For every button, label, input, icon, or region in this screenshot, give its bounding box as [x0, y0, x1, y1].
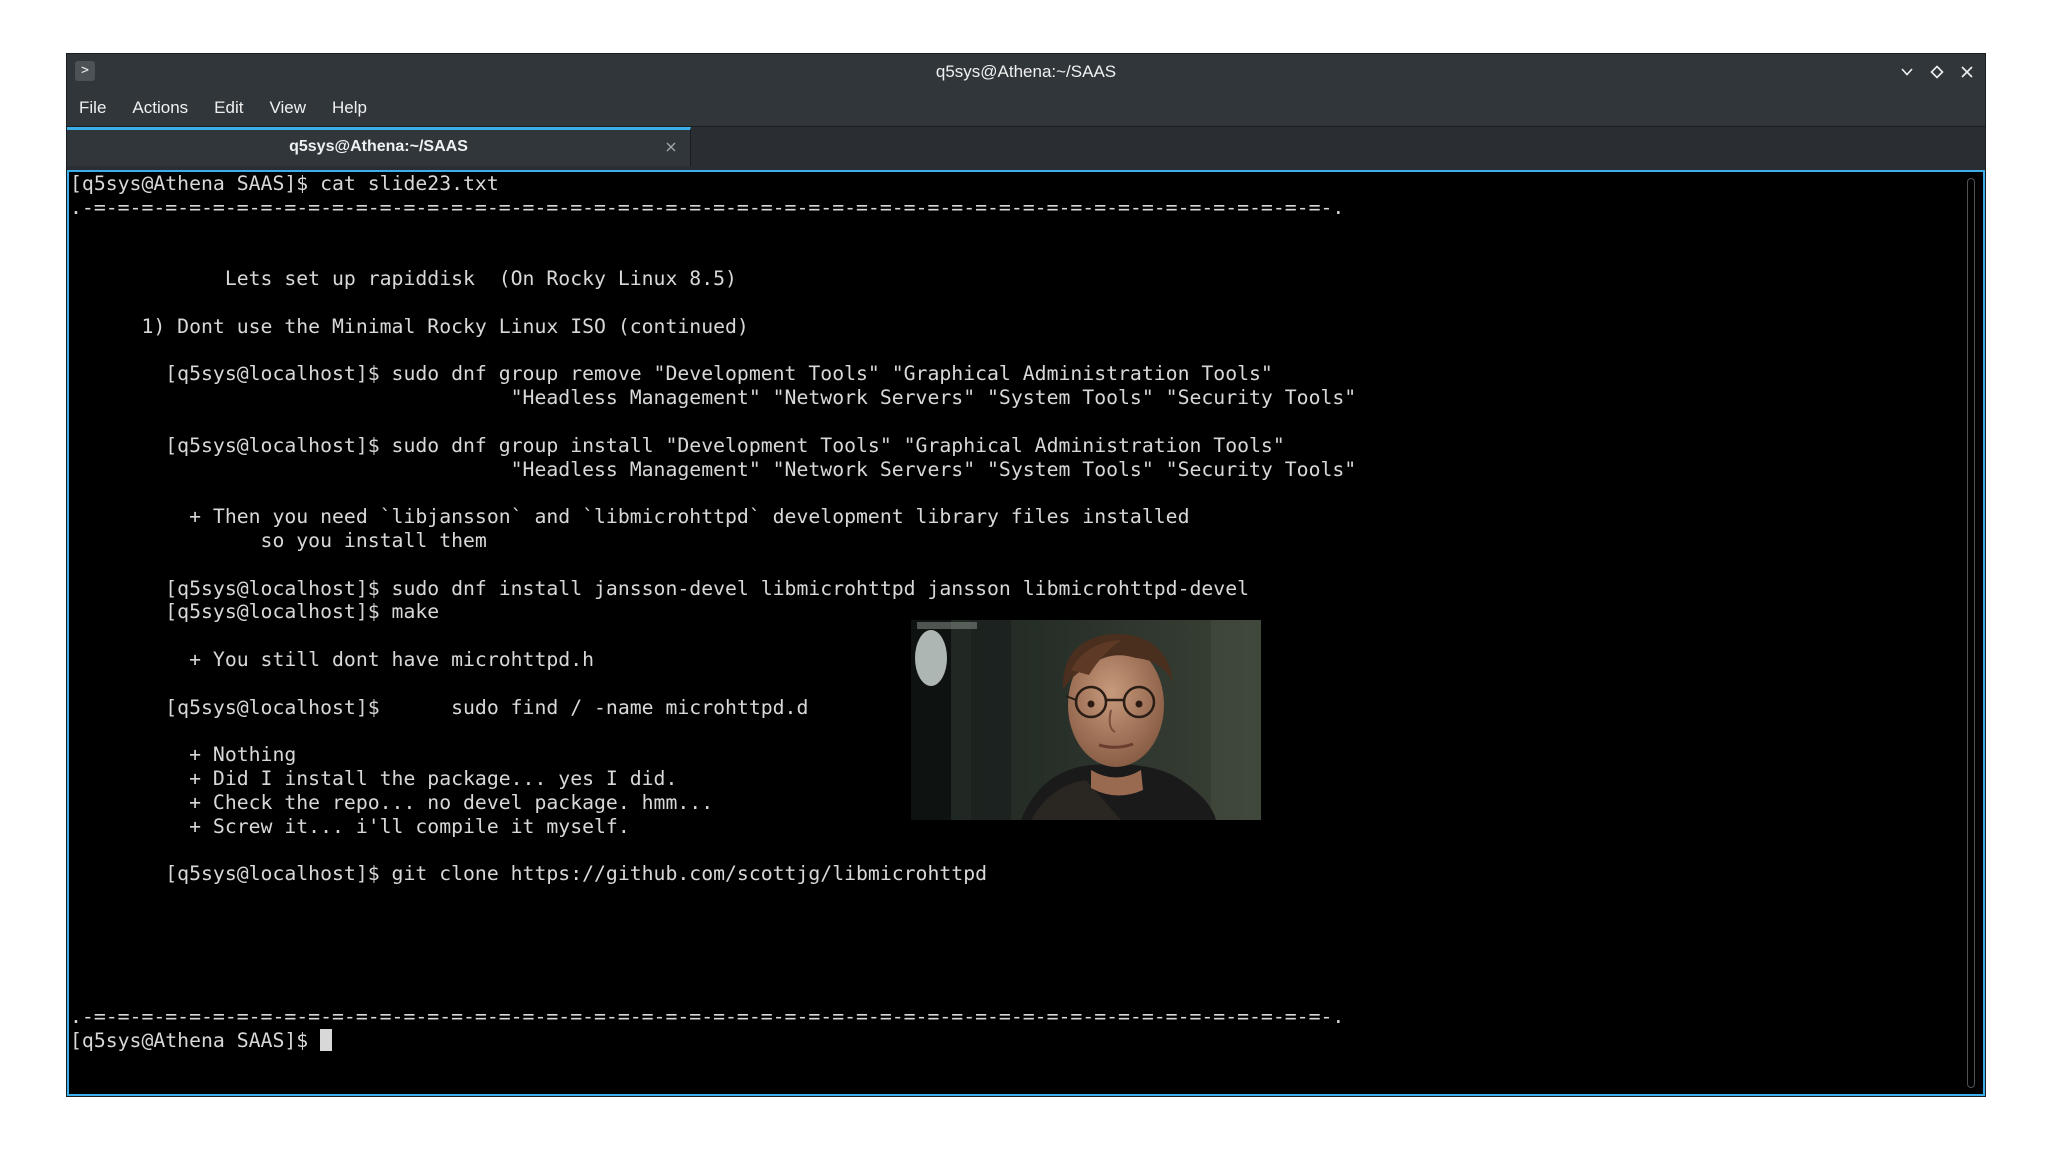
- title-bar[interactable]: > q5sys@Athena:~/SAAS: [67, 54, 1985, 90]
- terminal-line: [q5sys@localhost]$ sudo find / -name mic…: [165, 695, 809, 719]
- terminal-line: [q5sys@Athena SAAS]$ cat slide23.txt: [70, 172, 499, 195]
- close-button[interactable]: [1959, 64, 1975, 80]
- terminal-line: + Nothing: [189, 743, 297, 767]
- terminal-line: + Check the repo... no devel package. hm…: [189, 790, 714, 814]
- terminal-line: so you install them: [260, 528, 487, 552]
- terminal-line: [q5sys@localhost]$ sudo dnf install jans…: [165, 576, 1250, 600]
- terminal-line: [q5sys@localhost]$ git clone https://git…: [165, 862, 988, 886]
- terminal-line: 1) Dont use the Minimal Rocky Linux ISO …: [141, 314, 749, 338]
- maximize-button[interactable]: [1929, 64, 1945, 80]
- diamond-icon: [1930, 65, 1944, 79]
- terminal-line: + Screw it... i'll compile it myself.: [189, 814, 630, 838]
- window-controls: [1899, 54, 1975, 90]
- window-title: q5sys@Athena:~/SAAS: [935, 62, 1117, 81]
- photo-illustration: [911, 620, 1261, 820]
- terminal-line: + You still dont have microhttpd.h: [189, 647, 595, 671]
- terminal-line: .-=-=-=-=-=-=-=-=-=-=-=-=-=-=-=-=-=-=-=-…: [70, 195, 1345, 219]
- minimize-button[interactable]: [1899, 64, 1915, 80]
- terminal-line: "Headless Management" "Network Servers" …: [510, 386, 1357, 410]
- chevron-down-icon: [1901, 68, 1913, 76]
- tab-bar: q5sys@Athena:~/SAAS: [67, 126, 1985, 166]
- terminal-line: [q5sys@localhost]$ sudo dnf group remove…: [165, 362, 1273, 386]
- terminal-line: "Headless Management" "Network Servers" …: [510, 457, 1357, 481]
- menu-bar: File Actions Edit View Help: [67, 90, 1985, 126]
- terminal-window: > q5sys@Athena:~/SAAS File Actions Edit …: [66, 53, 1986, 1097]
- terminal-view[interactable]: [q5sys@Athena SAAS]$ cat slide23.txt .-=…: [67, 170, 1985, 1096]
- tab-close-button[interactable]: [664, 139, 680, 155]
- terminal-line: Lets set up rapiddisk (On Rocky Linux 8.…: [224, 267, 737, 291]
- close-icon: [666, 142, 676, 152]
- terminal-line: .-=-=-=-=-=-=-=-=-=-=-=-=-=-=-=-=-=-=-=-…: [70, 1004, 1345, 1028]
- close-icon: [1961, 66, 1973, 78]
- terminal-prompt: [q5sys@Athena SAAS]$: [70, 1028, 321, 1052]
- terminal-output: [q5sys@Athena SAAS]$ cat slide23.txt .-=…: [70, 172, 1356, 1052]
- terminal-line: + Then you need `libjansson` and `libmic…: [189, 505, 1190, 529]
- text-cursor[interactable]: [320, 1028, 333, 1051]
- terminal-lines: [q5sys@Athena SAAS]$ cat slide23.txt .-=…: [70, 172, 1356, 1028]
- terminal-line: + Did I install the package... yes I did…: [189, 766, 678, 790]
- menu-edit[interactable]: Edit: [201, 90, 256, 126]
- menu-file[interactable]: File: [79, 90, 119, 126]
- person-with-glasses-photo: [911, 620, 1261, 820]
- terminal-scrollbar[interactable]: [1967, 178, 1975, 1088]
- menu-actions[interactable]: Actions: [119, 90, 201, 126]
- tab-label: q5sys@Athena:~/SAAS: [289, 138, 468, 155]
- menu-help[interactable]: Help: [319, 90, 380, 126]
- terminal-line: [q5sys@localhost]$ sudo dnf group instal…: [165, 433, 1285, 457]
- terminal-line: [q5sys@localhost]$ make: [165, 600, 440, 624]
- menu-view[interactable]: View: [256, 90, 319, 126]
- tab-terminal-session[interactable]: q5sys@Athena:~/SAAS: [67, 127, 691, 166]
